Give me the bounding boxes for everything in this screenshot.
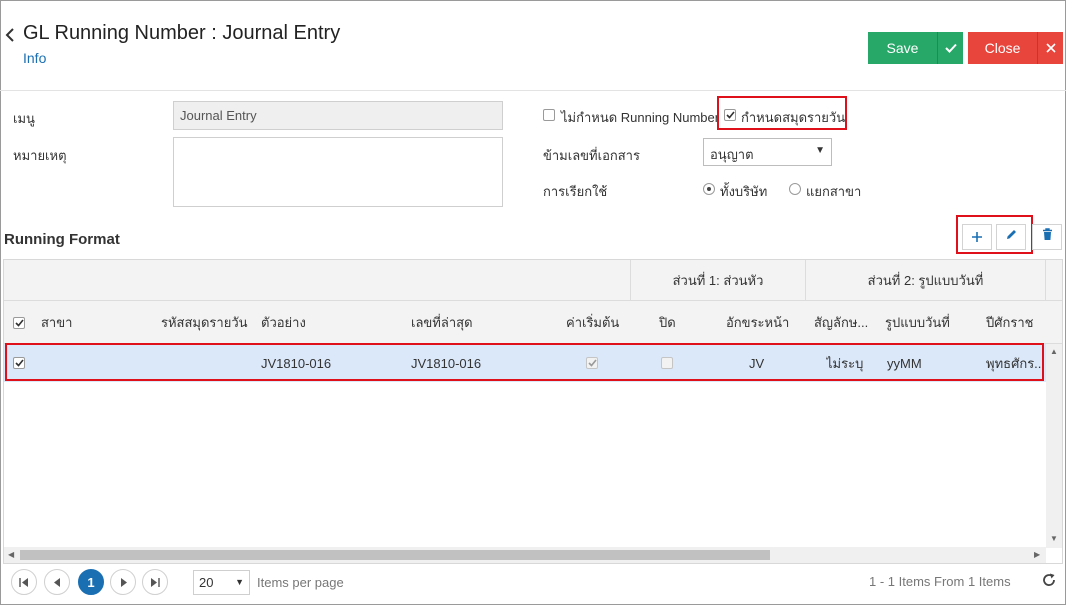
scroll-left-icon[interactable]: ◀ bbox=[8, 550, 14, 559]
dropdown-caret-icon: ▼ bbox=[815, 145, 825, 156]
items-info: 1 - 1 Items From 1 Items bbox=[869, 574, 1011, 589]
usage-radio-branch[interactable] bbox=[789, 183, 801, 195]
column-header-prefix[interactable]: อักขระหน้า bbox=[726, 301, 796, 344]
select-all-checkbox[interactable] bbox=[13, 316, 25, 329]
grid-header-row: สาขา รหัสสมุดรายวัน ตัวอย่าง เลขที่ล่าสุ… bbox=[4, 301, 1062, 344]
running-format-title: Running Format bbox=[4, 231, 120, 248]
no-running-checkbox[interactable] bbox=[543, 109, 555, 121]
last-page-icon[interactable] bbox=[142, 569, 168, 595]
prev-page-icon[interactable] bbox=[44, 569, 70, 595]
next-page-icon[interactable] bbox=[110, 569, 136, 595]
column-header-last-number[interactable]: เลขที่ล่าสุด bbox=[411, 301, 551, 344]
column-header-symbol[interactable]: สัญลักษ... bbox=[814, 301, 876, 344]
save-button[interactable]: Save bbox=[868, 32, 937, 64]
column-header-closed[interactable]: ปิด bbox=[659, 301, 699, 344]
dropdown-caret-icon: ▼ bbox=[235, 577, 244, 587]
scroll-right-icon[interactable]: ▶ bbox=[1034, 550, 1040, 559]
page-size-value: 20 bbox=[199, 575, 214, 590]
header-divider bbox=[0, 90, 1066, 91]
page-size-select[interactable]: 20 ▼ bbox=[193, 570, 250, 595]
column-header-default[interactable]: ค่าเริ่มต้น bbox=[566, 301, 626, 344]
highlight-toolbar bbox=[956, 215, 1033, 254]
close-button[interactable]: Close bbox=[968, 32, 1037, 64]
grid-group-header-row: ส่วนที่ 1: ส่วนหัว ส่วนที่ 2: รูปแบบวันท… bbox=[4, 260, 1062, 301]
menu-field: Journal Entry bbox=[173, 101, 503, 130]
usage-option-company: ทั้งบริษัท bbox=[720, 184, 768, 199]
note-textarea[interactable] bbox=[173, 137, 503, 207]
highlight-daily-book bbox=[717, 96, 847, 130]
skip-doc-label: ข้ามเลขที่เอกสาร bbox=[543, 148, 640, 163]
column-header-example[interactable]: ตัวอย่าง bbox=[261, 301, 401, 344]
group-header-part1: ส่วนที่ 1: ส่วนหัว bbox=[630, 260, 805, 301]
refresh-icon[interactable] bbox=[1042, 573, 1056, 591]
running-format-grid: ส่วนที่ 1: ส่วนหัว ส่วนที่ 2: รูปแบบวันท… bbox=[3, 259, 1063, 564]
highlight-selected-row bbox=[5, 343, 1044, 381]
save-check-icon[interactable] bbox=[937, 32, 963, 64]
current-page-button[interactable]: 1 bbox=[78, 569, 104, 595]
usage-label: การเรียกใช้ bbox=[543, 184, 608, 199]
note-label: หมายเหตุ bbox=[13, 148, 67, 163]
skip-doc-value: อนุญาต bbox=[710, 147, 754, 162]
menu-label: เมนู bbox=[13, 111, 35, 126]
column-header-era[interactable]: ปีศักราช bbox=[986, 301, 1046, 344]
page-title: GL Running Number : Journal Entry bbox=[23, 22, 341, 44]
vertical-scrollbar[interactable]: ▲ ▼ bbox=[1046, 344, 1062, 548]
horizontal-scroll-thumb[interactable] bbox=[20, 550, 770, 560]
usage-radio-company[interactable] bbox=[703, 183, 715, 195]
back-chevron-icon[interactable] bbox=[4, 26, 18, 44]
scroll-up-icon[interactable]: ▲ bbox=[1050, 347, 1058, 356]
info-link[interactable]: Info bbox=[23, 50, 46, 66]
horizontal-scrollbar[interactable]: ◀ ▶ bbox=[4, 547, 1046, 563]
column-header-journal-code[interactable]: รหัสสมุดรายวัน bbox=[161, 301, 256, 344]
usage-option-branch: แยกสาขา bbox=[806, 184, 862, 199]
select-all-cell bbox=[13, 301, 33, 344]
first-page-icon[interactable] bbox=[11, 569, 37, 595]
items-per-page-label: Items per page bbox=[257, 575, 344, 590]
trash-icon bbox=[1042, 228, 1053, 246]
skip-doc-select[interactable]: อนุญาต ▼ bbox=[703, 138, 832, 166]
delete-button[interactable] bbox=[1032, 224, 1062, 250]
column-header-branch[interactable]: สาขา bbox=[41, 301, 151, 344]
no-running-label: ไม่กำหนด Running Number bbox=[561, 110, 720, 125]
close-x-icon[interactable] bbox=[1037, 32, 1063, 64]
scroll-down-icon[interactable]: ▼ bbox=[1050, 534, 1058, 543]
group-header-part2: ส่วนที่ 2: รูปแบบวันที่ bbox=[805, 260, 1046, 301]
column-header-date-format[interactable]: รูปแบบวันที่ bbox=[885, 301, 975, 344]
